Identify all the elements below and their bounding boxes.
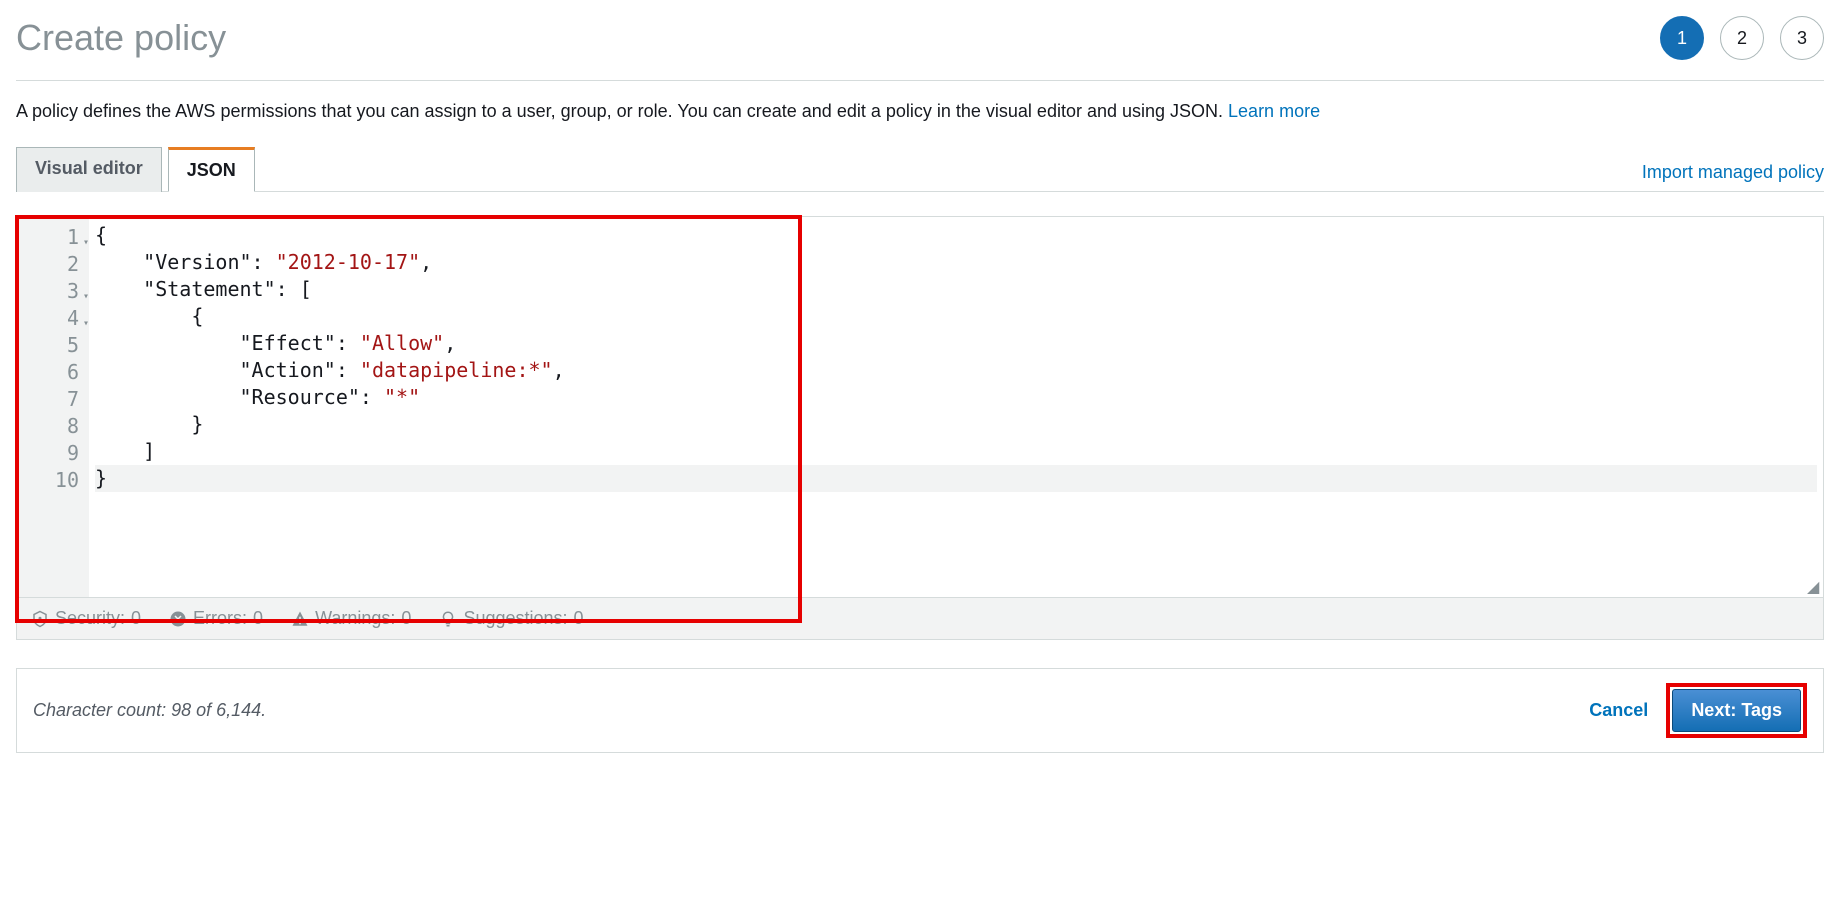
line-number-gutter: 12345678910: [17, 217, 89, 597]
learn-more-link[interactable]: Learn more: [1228, 101, 1320, 121]
wizard-step-2[interactable]: 2: [1720, 16, 1764, 60]
character-count: Character count: 98 of 6,144.: [33, 700, 266, 721]
lightbulb-icon: [439, 610, 457, 628]
code-line[interactable]: "Version": "2012-10-17",: [95, 249, 1817, 276]
editor-status-bar: Security: 0 Errors: 0 Warnings: 0 Sugges…: [17, 597, 1823, 639]
status-warnings-label: Warnings:: [315, 608, 395, 629]
line-number: 10: [17, 465, 89, 492]
code-line[interactable]: {: [95, 222, 1817, 249]
line-number: 4: [17, 303, 89, 330]
annotation-highlight-next: Next: Tags: [1666, 683, 1807, 738]
next-tags-button[interactable]: Next: Tags: [1672, 689, 1801, 732]
status-security-label: Security:: [55, 608, 125, 629]
line-number: 7: [17, 384, 89, 411]
code-line[interactable]: {: [95, 303, 1817, 330]
editor-resize-handle[interactable]: ◢: [1807, 581, 1821, 595]
status-warnings-count: 0: [401, 608, 411, 629]
policy-editor: 12345678910 { "Version": "2012-10-17", "…: [16, 216, 1824, 640]
status-errors-label: Errors:: [193, 608, 247, 629]
code-line[interactable]: "Resource": "*": [95, 384, 1817, 411]
status-errors[interactable]: Errors: 0: [169, 608, 263, 629]
line-number: 2: [17, 249, 89, 276]
error-icon: [169, 610, 187, 628]
wizard-steps: 123: [1660, 16, 1824, 60]
status-suggestions-label: Suggestions:: [463, 608, 567, 629]
status-warnings[interactable]: Warnings: 0: [291, 608, 411, 629]
line-number: 1: [17, 222, 89, 249]
status-suggestions[interactable]: Suggestions: 0: [439, 608, 583, 629]
shield-icon: [31, 610, 49, 628]
status-errors-count: 0: [253, 608, 263, 629]
line-number: 6: [17, 357, 89, 384]
code-line[interactable]: "Statement": [: [95, 276, 1817, 303]
warning-icon: [291, 610, 309, 628]
description-text: A policy defines the AWS permissions tha…: [16, 101, 1228, 121]
line-number: 5: [17, 330, 89, 357]
json-code-editor[interactable]: { "Version": "2012-10-17", "Statement": …: [89, 217, 1823, 597]
tab-json[interactable]: JSON: [168, 147, 255, 192]
footer-bar: Character count: 98 of 6,144. Cancel Nex…: [16, 668, 1824, 753]
code-line[interactable]: }: [95, 465, 1817, 492]
line-number: 8: [17, 411, 89, 438]
status-security[interactable]: Security: 0: [31, 608, 141, 629]
wizard-step-1[interactable]: 1: [1660, 16, 1704, 60]
code-line[interactable]: "Action": "datapipeline:*",: [95, 357, 1817, 384]
wizard-step-3[interactable]: 3: [1780, 16, 1824, 60]
line-number: 9: [17, 438, 89, 465]
import-managed-policy-link[interactable]: Import managed policy: [1642, 162, 1824, 191]
line-number: 3: [17, 276, 89, 303]
code-line[interactable]: }: [95, 411, 1817, 438]
status-security-count: 0: [131, 608, 141, 629]
code-line[interactable]: "Effect": "Allow",: [95, 330, 1817, 357]
page-description: A policy defines the AWS permissions tha…: [16, 101, 1824, 122]
code-line[interactable]: ]: [95, 438, 1817, 465]
page-title: Create policy: [16, 17, 226, 59]
tab-visual-editor[interactable]: Visual editor: [16, 147, 162, 192]
status-suggestions-count: 0: [574, 608, 584, 629]
cancel-button[interactable]: Cancel: [1589, 700, 1648, 721]
